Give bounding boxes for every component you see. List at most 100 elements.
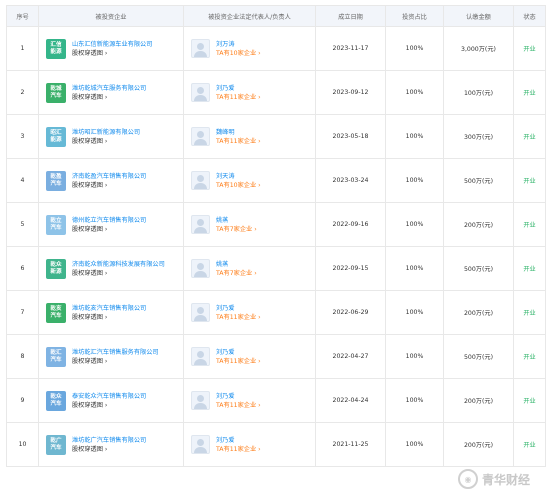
company-cell: 乾盈 汽车 济南乾盈汽车销售有限公司 股权穿透图 › — [38, 158, 184, 203]
avatar[interactable] — [191, 303, 210, 322]
subscribed-amount: 500万(元) — [443, 158, 514, 203]
status-badge: 开业 — [513, 334, 546, 379]
person-company-count[interactable]: TA有7家企业 › — [216, 269, 257, 278]
person-company-count[interactable]: TA有11家企业 › — [216, 445, 261, 454]
company-cell: 乾汇 汽车 潍坊乾汇汽车销售服务有限公司 股权穿透图 › — [38, 334, 184, 379]
person-name-link[interactable]: 刘万涛 — [216, 40, 261, 49]
subscribed-amount: 300万(元) — [443, 114, 514, 159]
person-company-count[interactable]: TA有11家企业 › — [216, 137, 261, 146]
person-company-count[interactable]: TA有11家企业 › — [216, 401, 261, 410]
person-name-link[interactable]: 姚蒸 — [216, 260, 257, 269]
avatar[interactable] — [191, 259, 210, 278]
equity-chart-link[interactable]: 股权穿透图 › — [72, 445, 146, 454]
equity-chart-link[interactable]: 股权穿透图 › — [72, 269, 165, 278]
table-row: 5 乾立 汽车 德州乾立汽车销售有限公司 股权穿透图 › 姚蒸 TA有7家企业 › 2022-… — [6, 202, 546, 247]
company-name-link[interactable]: 潍坊乾亥汽车销售有限公司 — [72, 304, 146, 313]
avatar[interactable] — [191, 215, 210, 234]
person-company-count[interactable]: TA有10家企业 › — [216, 49, 261, 58]
company-cell: 乾亥 汽车 潍坊乾亥汽车销售有限公司 股权穿透图 › — [38, 290, 184, 335]
row-number: 8 — [6, 334, 39, 379]
equity-chart-link[interactable]: 股权穿透图 › — [72, 49, 152, 58]
investment-ratio: 100% — [385, 26, 444, 71]
status-badge: 开业 — [513, 422, 546, 467]
avatar[interactable] — [191, 391, 210, 410]
investment-ratio: 100% — [385, 246, 444, 291]
person-name-link[interactable]: 刘乃爱 — [216, 348, 261, 357]
row-number: 5 — [6, 202, 39, 247]
company-logo[interactable]: 乾城 汽车 — [46, 82, 66, 103]
avatar[interactable] — [191, 127, 210, 146]
company-logo[interactable]: 乾盈 汽车 — [46, 170, 66, 191]
founded-date: 2021-11-25 — [315, 422, 386, 467]
company-logo[interactable]: 乾立 汽车 — [46, 214, 66, 235]
avatar[interactable] — [191, 435, 210, 454]
investment-ratio: 100% — [385, 290, 444, 335]
founded-date: 2022-06-29 — [315, 290, 386, 335]
company-name-link[interactable]: 潍坊乾汇汽车销售服务有限公司 — [72, 348, 159, 357]
chevron-right-icon: › — [104, 401, 108, 409]
company-name-link[interactable]: 山东汇信新能源车业有限公司 — [72, 40, 152, 49]
person-name-link[interactable]: 刘乃爱 — [216, 392, 261, 401]
equity-chart-link[interactable]: 股权穿透图 › — [72, 401, 146, 410]
company-cell: 乾城 汽车 潍坊乾城汽车服务有限公司 股权穿透图 › — [38, 70, 184, 115]
person-company-count[interactable]: TA有10家企业 › — [216, 181, 261, 190]
person-name-link[interactable]: 魏峰明 — [216, 128, 261, 137]
avatar[interactable] — [191, 83, 210, 102]
company-logo[interactable]: 昭汇 能源 — [46, 126, 66, 147]
header-status: 状态 — [513, 5, 546, 27]
subscribed-amount: 500万(元) — [443, 334, 514, 379]
company-logo[interactable]: 乾众 汽车 — [46, 390, 66, 411]
row-number: 4 — [6, 158, 39, 203]
equity-chart-link[interactable]: 股权穿透图 › — [72, 137, 140, 146]
equity-chart-link[interactable]: 股权穿透图 › — [72, 313, 146, 322]
founded-date: 2023-11-17 — [315, 26, 386, 71]
equity-chart-link[interactable]: 股权穿透图 › — [72, 357, 159, 366]
company-name-link[interactable]: 潍坊乾城汽车服务有限公司 — [72, 84, 146, 93]
status-badge: 开业 — [513, 290, 546, 335]
company-name-link[interactable]: 德州乾立汽车销售有限公司 — [72, 216, 146, 225]
table-row: 8 乾汇 汽车 潍坊乾汇汽车销售服务有限公司 股权穿透图 › 刘乃爱 TA有11家企业 › 2… — [6, 334, 546, 379]
subscribed-amount: 200万(元) — [443, 422, 514, 467]
header-founded: 成立日期 — [315, 5, 386, 27]
weibo-icon: ◉ — [458, 469, 478, 489]
header-no: 序号 — [6, 5, 39, 27]
equity-chart-link[interactable]: 股权穿透图 › — [72, 225, 146, 234]
chevron-right-icon: › — [104, 225, 108, 233]
person-name-link[interactable]: 刘乃爱 — [216, 304, 261, 313]
row-number: 7 — [6, 290, 39, 335]
person-name-link[interactable]: 姚蒸 — [216, 216, 257, 225]
avatar[interactable] — [191, 347, 210, 366]
person-company-count[interactable]: TA有7家企业 › — [216, 225, 257, 234]
person-company-count[interactable]: TA有11家企业 › — [216, 93, 261, 102]
company-logo[interactable]: 乾众 新源 — [46, 258, 66, 279]
chevron-right-icon: › — [104, 137, 108, 145]
company-name-link[interactable]: 潍坊乾广汽车销售有限公司 — [72, 436, 146, 445]
person-name-link[interactable]: 刘乃爱 — [216, 84, 261, 93]
company-name-link[interactable]: 泰安乾众汽车销售有限公司 — [72, 392, 146, 401]
chevron-right-icon: › — [104, 181, 108, 189]
header-legal-rep: 被投资企业法定代表人/负责人 — [183, 5, 316, 27]
company-logo[interactable]: 乾亥 汽车 — [46, 302, 66, 323]
avatar[interactable] — [191, 39, 210, 58]
company-name-link[interactable]: 潍坊昭汇新能源有限公司 — [72, 128, 140, 137]
legal-rep-cell: 姚蒸 TA有7家企业 › — [183, 202, 316, 247]
company-logo[interactable]: 乾广 汽车 — [46, 434, 66, 455]
investment-ratio: 100% — [385, 334, 444, 379]
company-name-link[interactable]: 济南乾众新能源科技发展有限公司 — [72, 260, 165, 269]
status-badge: 开业 — [513, 70, 546, 115]
person-name-link[interactable]: 刘天涛 — [216, 172, 261, 181]
chevron-right-icon: › — [258, 137, 261, 145]
person-company-count[interactable]: TA有11家企业 › — [216, 313, 261, 322]
chevron-right-icon: › — [104, 269, 108, 277]
person-name-link[interactable]: 刘乃爱 — [216, 436, 261, 445]
company-logo[interactable]: 汇信 能源 — [46, 38, 66, 59]
equity-chart-link[interactable]: 股权穿透图 › — [72, 181, 146, 190]
avatar[interactable] — [191, 171, 210, 190]
person-company-count[interactable]: TA有11家企业 › — [216, 357, 261, 366]
legal-rep-cell: 刘万涛 TA有10家企业 › — [183, 26, 316, 71]
company-name-link[interactable]: 济南乾盈汽车销售有限公司 — [72, 172, 146, 181]
legal-rep-cell: 姚蒸 TA有7家企业 › — [183, 246, 316, 291]
company-logo[interactable]: 乾汇 汽车 — [46, 346, 66, 367]
equity-chart-link[interactable]: 股权穿透图 › — [72, 93, 146, 102]
chevron-right-icon: › — [104, 93, 108, 101]
